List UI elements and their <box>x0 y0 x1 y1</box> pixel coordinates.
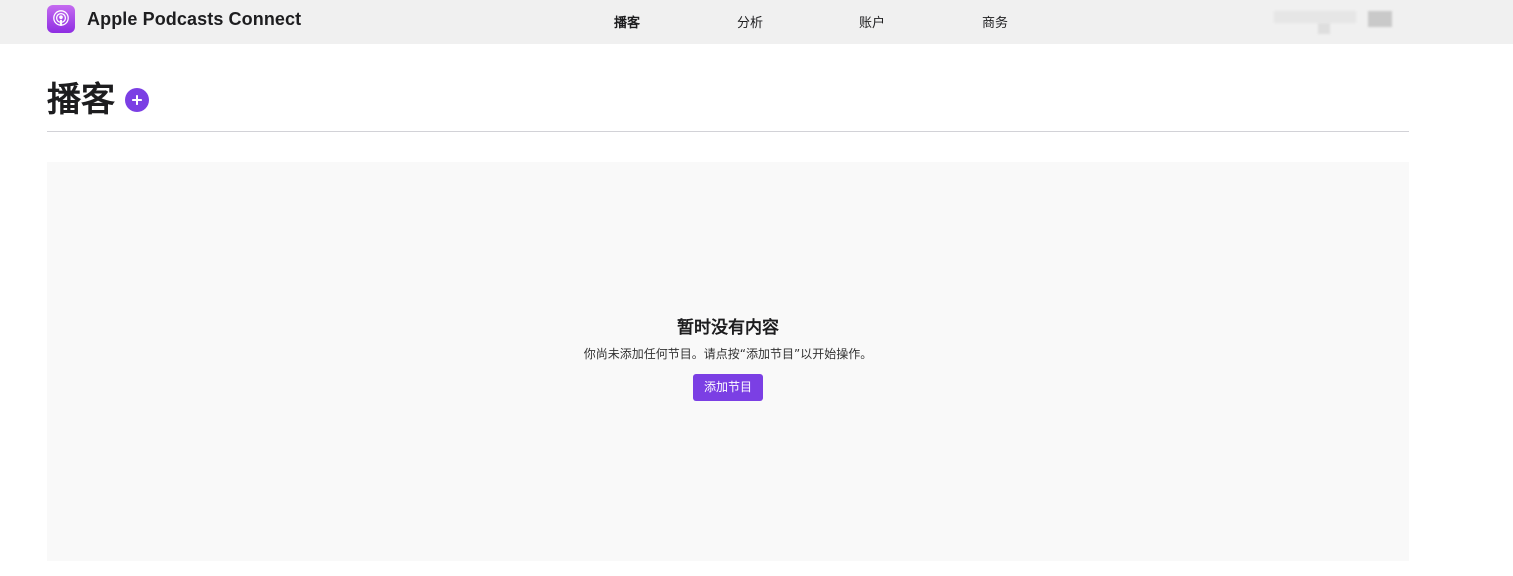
redacted-avatar <box>1368 11 1392 27</box>
page-header: 播客 <box>47 78 149 122</box>
empty-state-panel: 暂时没有内容 你尚未添加任何节目。请点按“添加节目”以开始操作。 添加节目 <box>47 162 1409 561</box>
podcasts-icon <box>47 5 75 33</box>
page-title: 播客 <box>47 80 115 120</box>
nav-item-podcasts[interactable]: 播客 <box>614 12 640 31</box>
empty-state: 暂时没有内容 你尚未添加任何节目。请点按“添加节目”以开始操作。 添加节目 <box>47 316 1409 401</box>
redacted-block <box>1318 23 1330 34</box>
nav-item-business[interactable]: 商务 <box>982 12 1008 31</box>
empty-state-description: 你尚未添加任何节目。请点按“添加节目”以开始操作。 <box>583 347 873 361</box>
account-menu[interactable] <box>1272 6 1407 36</box>
empty-state-title: 暂时没有内容 <box>677 318 779 338</box>
brand[interactable]: Apple Podcasts Connect <box>47 5 301 33</box>
divider <box>47 131 1409 132</box>
plus-circle-icon <box>132 95 142 105</box>
nav-item-analytics[interactable]: 分析 <box>737 12 763 31</box>
add-podcast-button[interactable] <box>125 88 149 112</box>
add-show-button[interactable]: 添加节目 <box>692 374 763 401</box>
app-name: Apple Podcasts Connect <box>87 8 302 29</box>
top-navigation-bar: Apple Podcasts Connect 播客 分析 账户 商务 <box>0 0 1513 44</box>
nav-item-account[interactable]: 账户 <box>859 12 885 31</box>
redacted-username <box>1274 11 1356 23</box>
